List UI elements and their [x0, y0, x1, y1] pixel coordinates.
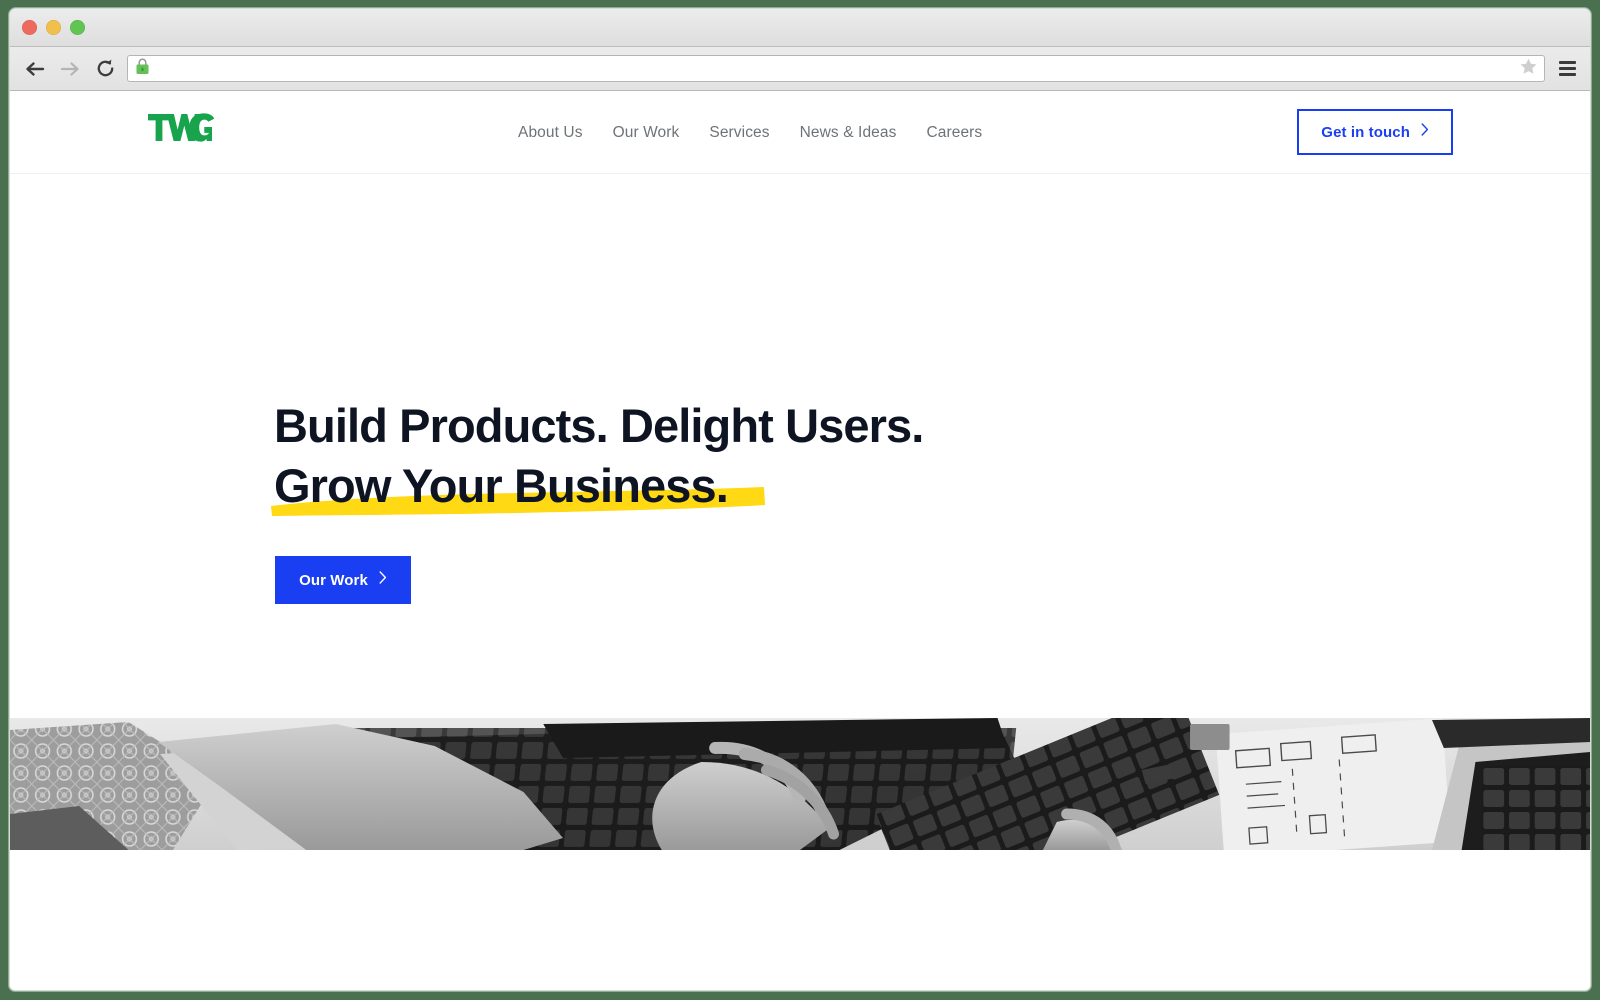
reload-icon[interactable] — [92, 56, 118, 82]
nav-item-careers[interactable]: Careers — [926, 124, 982, 142]
page-viewport: About Us Our Work Services News & Ideas … — [10, 91, 1590, 990]
our-work-label: Our Work — [299, 571, 368, 589]
screen-frame: About Us Our Work Services News & Ideas … — [0, 0, 1600, 1000]
headline-line-2-wrap: Grow Your Business. — [271, 456, 765, 516]
window-maximize-button[interactable] — [70, 20, 85, 35]
get-in-touch-label: Get in touch — [1321, 123, 1410, 141]
nav-item-about-us[interactable]: About Us — [518, 124, 583, 142]
chevron-right-icon — [379, 571, 387, 589]
back-arrow-icon[interactable] — [22, 56, 48, 82]
browser-window: About Us Our Work Services News & Ideas … — [9, 8, 1591, 991]
hero-headline: Build Products. Delight Users. Grow Your… — [271, 396, 1134, 516]
hamburger-menu-icon[interactable] — [1554, 56, 1580, 82]
hero-photo — [10, 718, 1590, 850]
secure-lock-icon — [135, 58, 150, 80]
browser-titlebar — [10, 9, 1590, 47]
site-header: About Us Our Work Services News & Ideas … — [10, 91, 1590, 174]
window-minimize-button[interactable] — [46, 20, 61, 35]
url-input[interactable] — [156, 61, 1513, 76]
url-bar[interactable] — [127, 55, 1545, 82]
nav-item-news-ideas[interactable]: News & Ideas — [800, 124, 897, 142]
hero-section: Build Products. Delight Users. Grow Your… — [10, 174, 1590, 850]
nav-item-our-work[interactable]: Our Work — [613, 124, 680, 142]
headline-line-2: Grow Your Business. — [274, 459, 729, 512]
nav-item-services[interactable]: Services — [709, 124, 769, 142]
chevron-right-icon — [1421, 123, 1429, 141]
get-in-touch-button[interactable]: Get in touch — [1297, 109, 1453, 155]
window-close-button[interactable] — [22, 20, 37, 35]
main-navigation: About Us Our Work Services News & Ideas … — [518, 91, 982, 174]
our-work-button[interactable]: Our Work — [275, 556, 411, 604]
hero-photo-graphic — [10, 718, 1590, 850]
headline-line-1: Build Products. Delight Users. — [274, 399, 924, 452]
forward-arrow-icon[interactable] — [57, 56, 83, 82]
browser-toolbar — [10, 47, 1590, 91]
twg-logo[interactable] — [148, 113, 218, 143]
star-icon[interactable] — [1519, 57, 1538, 81]
